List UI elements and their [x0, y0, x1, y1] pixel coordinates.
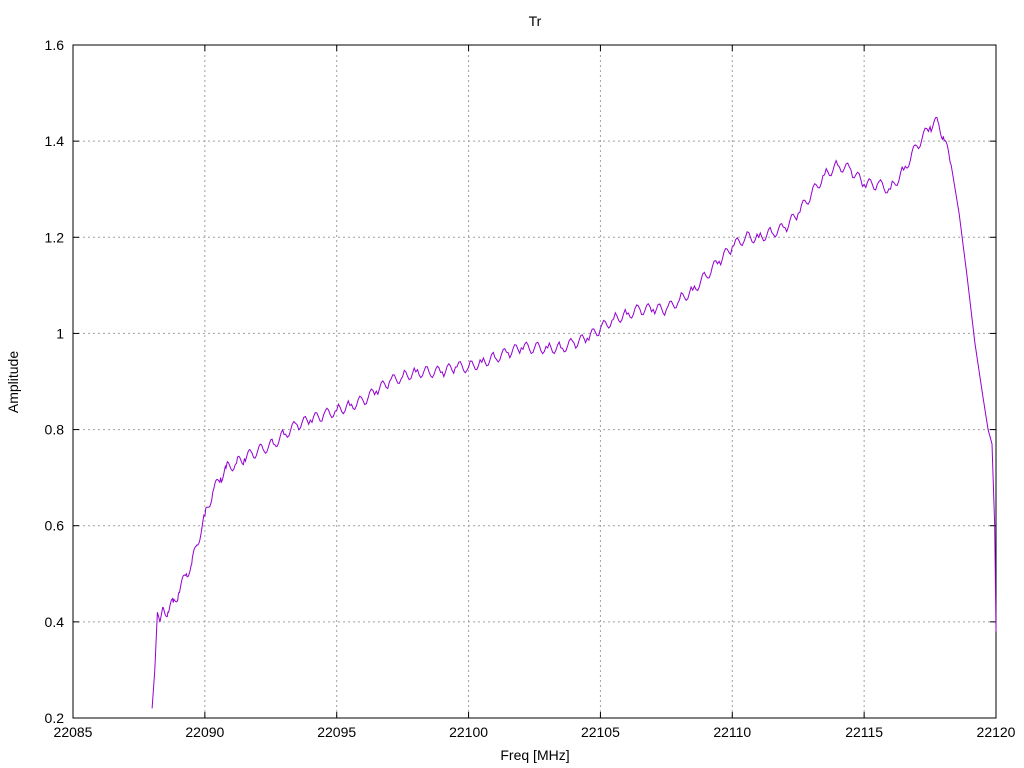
chart-title: Tr [529, 13, 542, 29]
y-tick-label: 0.6 [45, 518, 65, 534]
y-tick-label: 1.4 [45, 133, 65, 149]
x-tick-label: 22100 [449, 724, 488, 740]
x-tick-label: 22115 [845, 724, 883, 740]
grid-lines [73, 45, 996, 718]
series-line [151, 116, 997, 709]
y-axis-label: Amplitude [5, 351, 21, 413]
x-tick-label: 22120 [977, 724, 1016, 740]
line-chart: Tr 22085 22090 22095 22100 22105 22110 22115 22… [5, 13, 1016, 763]
x-tick-label: 22110 [713, 724, 751, 740]
y-tick-label: 0.8 [45, 422, 65, 438]
y-tick-labels: 0.2 0.4 0.6 0.8 1 1.2 1.4 1.6 [45, 37, 65, 726]
y-tick-label: 1 [56, 325, 64, 341]
axis-ticks [72, 44, 997, 719]
y-tick-label: 1.2 [45, 229, 65, 245]
x-tick-label: 22095 [317, 724, 356, 740]
x-tick-label: 22090 [185, 724, 224, 740]
x-tick-label: 22085 [54, 724, 93, 740]
y-tick-label: 0.2 [45, 710, 65, 726]
x-tick-label: 22105 [581, 724, 620, 740]
x-tick-labels: 22085 22090 22095 22100 22105 22110 22115 22120 [54, 724, 1016, 740]
y-tick-label: 0.4 [45, 614, 65, 630]
plot-frame [72, 44, 997, 719]
y-tick-label: 1.6 [45, 37, 65, 53]
x-axis-label: Freq [MHz] [500, 747, 569, 763]
